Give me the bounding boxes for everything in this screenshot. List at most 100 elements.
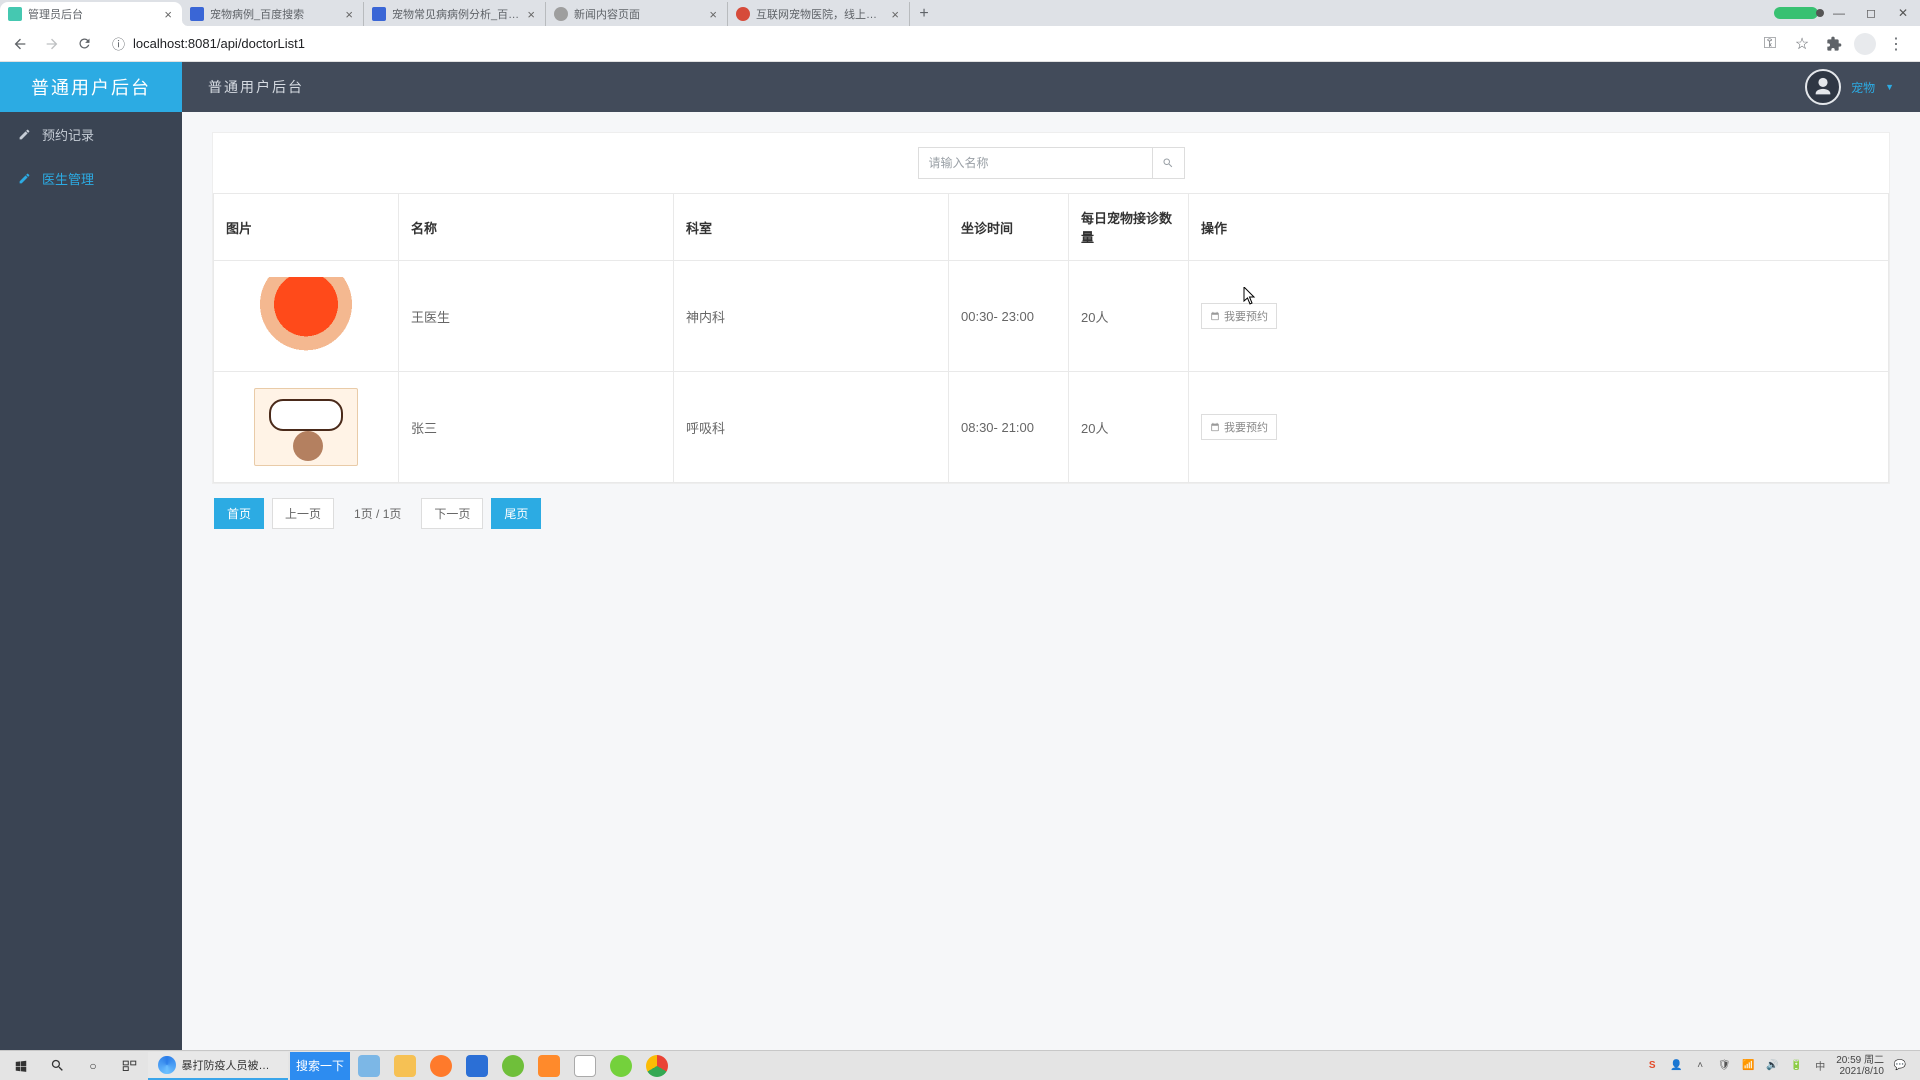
taskbar-search-hot[interactable]: 搜索一下 [290,1052,350,1080]
reserve-label: 我要预约 [1224,419,1268,435]
reserve-label: 我要预约 [1224,308,1268,324]
taskbar-search[interactable] [40,1052,74,1080]
th-action: 操作 [1189,194,1889,261]
search-icon [1162,157,1174,169]
reload-button[interactable] [70,30,98,58]
table-header-row: 图片 名称 科室 坐诊时间 每日宠物接诊数量 操作 [214,194,1889,261]
taskbar-app[interactable] [460,1052,494,1080]
extension-indicator[interactable] [1774,7,1818,19]
windows-taskbar: ○ 暴打防疫人员被行拘 搜索一下 S 👤 ˄ 🛡 📶 � [0,1050,1920,1080]
url-text: localhost:8081/api/doctorList1 [133,36,305,51]
taskbar-app[interactable] [532,1052,566,1080]
chevron-down-icon: ▼ [1885,82,1894,92]
sidebar-item-appointments[interactable]: 预约记录 [0,112,182,156]
notepad-icon [574,1055,596,1077]
reserve-button[interactable]: 我要预约 [1201,414,1277,440]
tab-title: 宠物病例_百度搜索 [210,6,337,22]
pager-last[interactable]: 尾页 [491,498,541,529]
browser-tab[interactable]: 互联网宠物医院，线上约专家医… × [728,2,910,26]
search-input[interactable] [918,147,1153,179]
tab-title: 管理员后台 [28,6,156,22]
taskbar-app[interactable] [424,1052,458,1080]
search-button[interactable] [1153,147,1185,179]
browser-title-bar: 管理员后台 × 宠物病例_百度搜索 × 宠物常见病病例分析_百度百科 × 新闻内… [0,0,1920,26]
tab-favicon [8,7,22,21]
clock-time: 20:59 周二 [1836,1055,1884,1066]
window-minimize-button[interactable]: — [1824,2,1854,24]
ime-lang-icon[interactable]: 中 [1812,1058,1828,1074]
taskbar-chrome[interactable] [640,1052,674,1080]
pager-next[interactable]: 下一页 [421,498,483,529]
profile-avatar[interactable] [1854,33,1876,55]
taskbar-taskview[interactable] [112,1052,146,1080]
close-icon[interactable]: × [525,7,537,22]
start-button[interactable] [4,1052,38,1080]
battery-icon[interactable]: 🔋 [1788,1058,1804,1074]
taskbar-ie[interactable]: 暴打防疫人员被行拘 [148,1052,288,1080]
security-icon[interactable]: 🛡 [1716,1058,1732,1074]
site-info-icon[interactable]: ⓘ [112,34,125,53]
pagination: 首页 上一页 1页 / 1页 下一页 尾页 [212,484,1890,543]
extensions-icon[interactable] [1822,32,1846,56]
cell-dept: 呼吸科 [674,372,949,483]
back-button[interactable] [6,30,34,58]
forward-button[interactable] [38,30,66,58]
browser-address-bar: ⓘ localhost:8081/api/doctorList1 ⚿ ☆ ⋮ [0,26,1920,62]
ime-icon[interactable]: S [1644,1058,1660,1074]
kebab-menu-icon[interactable]: ⋮ [1884,32,1908,56]
pencil-icon [18,128,32,141]
doctor-thumbnail [254,388,358,466]
browser-tab[interactable]: 宠物病例_百度搜索 × [182,2,364,26]
window-close-button[interactable]: ✕ [1888,2,1918,24]
app-icon [538,1055,560,1077]
chrome-icon [646,1055,668,1077]
cell-name: 张三 [399,372,674,483]
sidebar: 普通用户后台 预约记录 医生管理 [0,62,182,1050]
sidebar-item-doctors[interactable]: 医生管理 [0,156,182,200]
browser-tab[interactable]: 宠物常见病病例分析_百度百科 × [364,2,546,26]
address-input[interactable]: ⓘ localhost:8081/api/doctorList1 [102,30,1754,58]
user-menu[interactable]: 宠物 ▼ [1805,69,1894,105]
username-label: 宠物 [1851,79,1875,96]
table-row: 王医生 神内科 00:30- 23:00 20人 我要预约 [214,261,1889,372]
tray-chevron-icon[interactable]: ˄ [1692,1058,1708,1074]
th-name: 名称 [399,194,674,261]
close-icon[interactable]: × [343,7,355,22]
taskbar-app[interactable] [496,1052,530,1080]
tab-title: 宠物常见病病例分析_百度百科 [392,6,519,22]
sidebar-brand: 普通用户后台 [0,62,182,112]
wifi-icon[interactable]: 📶 [1740,1058,1756,1074]
pager-prev[interactable]: 上一页 [272,498,334,529]
taskbar-app[interactable] [352,1052,386,1080]
calendar-icon [1210,311,1220,321]
bookmark-star-icon[interactable]: ☆ [1790,32,1814,56]
new-tab-button[interactable]: + [910,2,938,26]
close-icon[interactable]: × [707,7,719,22]
arrow-right-icon [44,36,60,52]
key-icon[interactable]: ⚿ [1758,32,1782,56]
calendar-icon [1210,422,1220,432]
taskbar-window-title: 暴打防疫人员被行拘 [182,1057,278,1073]
taskbar-app[interactable] [568,1052,602,1080]
people-icon[interactable]: 👤 [1668,1058,1684,1074]
reserve-button[interactable]: 我要预约 [1201,303,1277,329]
taskbar-cortana[interactable]: ○ [76,1052,110,1080]
notifications-icon[interactable]: 💬 [1892,1058,1908,1074]
taskbar-app[interactable] [604,1052,638,1080]
app-icon [358,1055,380,1077]
close-icon[interactable]: × [162,7,174,22]
browser-tab[interactable]: 管理员后台 × [0,2,182,26]
browser-tab[interactable]: 新闻内容页面 × [546,2,728,26]
taskbar-clock[interactable]: 20:59 周二 2021/8/10 [1836,1055,1884,1077]
sidebar-item-label: 预约记录 [42,125,94,144]
pager-first[interactable]: 首页 [214,498,264,529]
tab-favicon [190,7,204,21]
taskbar-explorer[interactable] [388,1052,422,1080]
reload-icon [77,36,92,51]
pager-info: 1页 / 1页 [342,499,413,528]
avatar [1805,69,1841,105]
volume-icon[interactable]: 🔊 [1764,1058,1780,1074]
window-maximize-button[interactable]: ◻ [1856,2,1886,24]
th-image: 图片 [214,194,399,261]
close-icon[interactable]: × [889,7,901,22]
